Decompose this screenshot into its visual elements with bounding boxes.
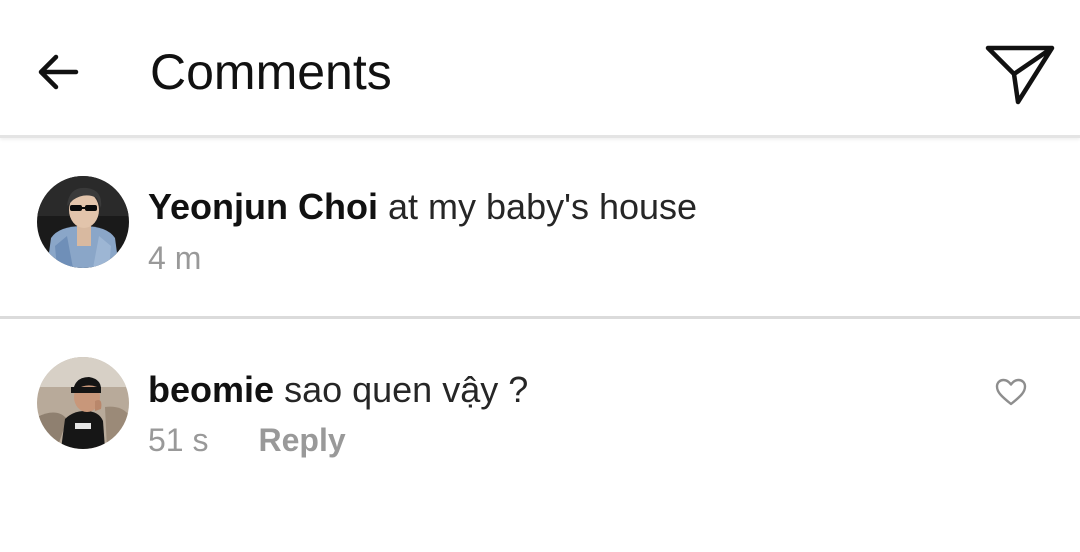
caption-timestamp: 4 m	[148, 240, 202, 276]
comment-timestamp: 51 s	[148, 422, 209, 458]
comment-username[interactable]: beomie	[148, 369, 274, 410]
like-button[interactable]	[990, 372, 1032, 412]
page-title: Comments	[150, 44, 392, 100]
caption-text: Yeonjun Choi at my baby's house	[148, 185, 697, 229]
arrow-left-icon	[38, 54, 79, 90]
reply-button[interactable]: Reply	[258, 422, 345, 458]
comment-text: beomie sao quen vậy ?	[148, 368, 528, 412]
avatar[interactable]	[37, 357, 129, 449]
share-button[interactable]	[978, 32, 1062, 116]
paper-plane-icon	[985, 45, 1055, 105]
heart-outline-icon	[995, 378, 1027, 406]
post-caption: Yeonjun Choi at my baby's house 4 m	[0, 141, 1080, 319]
comment-meta: 51 s Reply	[148, 420, 346, 460]
caption-body: at my baby's house	[388, 186, 698, 227]
avatar-photo	[37, 176, 129, 268]
caption-username[interactable]: Yeonjun Choi	[148, 186, 378, 227]
list-item: beomie sao quen vậy ? 51 s Reply	[0, 322, 1080, 482]
avatar[interactable]	[37, 176, 129, 268]
back-button[interactable]	[22, 36, 94, 108]
top-app-bar: Comments	[0, 0, 1080, 138]
comment-body: sao quen vậy ?	[284, 369, 529, 410]
avatar-photo	[37, 357, 129, 449]
